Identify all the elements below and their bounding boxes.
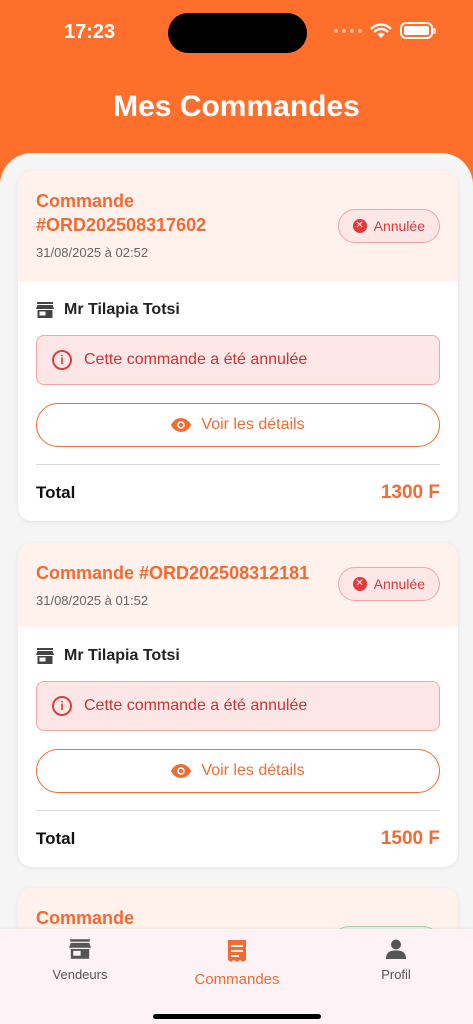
total-value: 1300 F <box>380 482 440 503</box>
vendor-row: Mr Tilapia Totsi <box>36 645 440 667</box>
status-badge-label: Annulée <box>373 576 425 592</box>
cancel-icon: ✕ <box>352 577 367 591</box>
orders-list[interactable]: Commande #ORD202508317602 31/08/2025 à 0… <box>0 153 473 1024</box>
order-card-body: Mr Tilapia Totsi i Cette commande a été … <box>18 627 458 867</box>
order-id: Commande <box>36 908 135 928</box>
wifi-icon <box>370 22 392 38</box>
tab-bar: Vendeurs Commandes Profil <box>0 929 473 1024</box>
dynamic-island <box>168 13 307 53</box>
status-badge-label: Annulée <box>373 218 425 234</box>
order-card-body: Mr Tilapia Totsi i Cette commande a été … <box>18 281 458 521</box>
vendor-row: Mr Tilapia Totsi <box>36 299 440 321</box>
tab-label: Vendeurs <box>52 967 108 982</box>
tab-profil[interactable]: Profil <box>336 939 456 982</box>
view-details-button[interactable]: Voir les détails <box>36 749 440 793</box>
cancel-alert-text: Cette commande a été annulée <box>84 351 308 368</box>
cancel-alert: i Cette commande a été annulée <box>36 335 440 385</box>
view-details-label: Voir les détails <box>201 762 305 779</box>
status-icons <box>334 22 436 39</box>
tab-label: Commandes <box>194 971 280 988</box>
order-date: 31/08/2025 à 02:52 <box>36 245 149 260</box>
total-value: 1500 F <box>380 828 440 849</box>
info-icon: i <box>52 350 72 370</box>
vendor-name: Mr Tilapia Totsi <box>64 301 180 318</box>
store-icon <box>36 648 54 664</box>
view-details-label: Voir les détails <box>201 416 305 433</box>
store-icon <box>69 939 91 959</box>
signal-icon <box>334 28 362 33</box>
person-icon <box>386 939 406 959</box>
total-label: Total <box>36 829 76 848</box>
tab-commandes[interactable]: Commandes <box>177 939 297 988</box>
order-card: Commande #ORD202508312181 31/08/2025 à 0… <box>18 543 458 867</box>
order-card-header: Commande #ORD202508317602 31/08/2025 à 0… <box>18 171 458 281</box>
info-icon: i <box>52 696 72 716</box>
receipt-icon <box>228 940 246 962</box>
store-icon <box>36 302 54 318</box>
status-bar: 17:23 <box>0 0 473 64</box>
view-details-button[interactable]: Voir les détails <box>36 403 440 447</box>
cancel-alert-text: Cette commande a été annulée <box>84 697 308 714</box>
order-id-line: #ORD202508317602 <box>36 215 207 235</box>
order-id: Commande #ORD202508317602 <box>36 189 336 237</box>
page-title: Mes Commandes <box>113 90 360 123</box>
tab-label: Profil <box>381 967 411 982</box>
status-badge: ✕ Annulée <box>337 209 440 243</box>
total-label: Total <box>36 483 76 502</box>
status-time: 17:23 <box>64 21 116 43</box>
vendor-name: Mr Tilapia Totsi <box>64 647 180 664</box>
order-id: Commande #ORD202508312181 <box>36 563 310 583</box>
status-badge: ✕ Annulée <box>337 567 440 601</box>
order-card: Commande #ORD202508317602 31/08/2025 à 0… <box>18 171 458 521</box>
total-row: Total 1300 F <box>36 465 440 521</box>
eye-icon <box>171 764 192 778</box>
home-indicator[interactable] <box>153 1014 321 1019</box>
tab-vendeurs[interactable]: Vendeurs <box>20 939 140 982</box>
battery-icon <box>400 22 436 39</box>
eye-icon <box>171 418 192 432</box>
order-id-line: Commande <box>36 191 135 211</box>
total-row: Total 1500 F <box>36 811 440 867</box>
cancel-icon: ✕ <box>352 219 367 233</box>
order-card-header: Commande #ORD202508312181 31/08/2025 à 0… <box>18 543 458 627</box>
cancel-alert: i Cette commande a été annulée <box>36 681 440 731</box>
